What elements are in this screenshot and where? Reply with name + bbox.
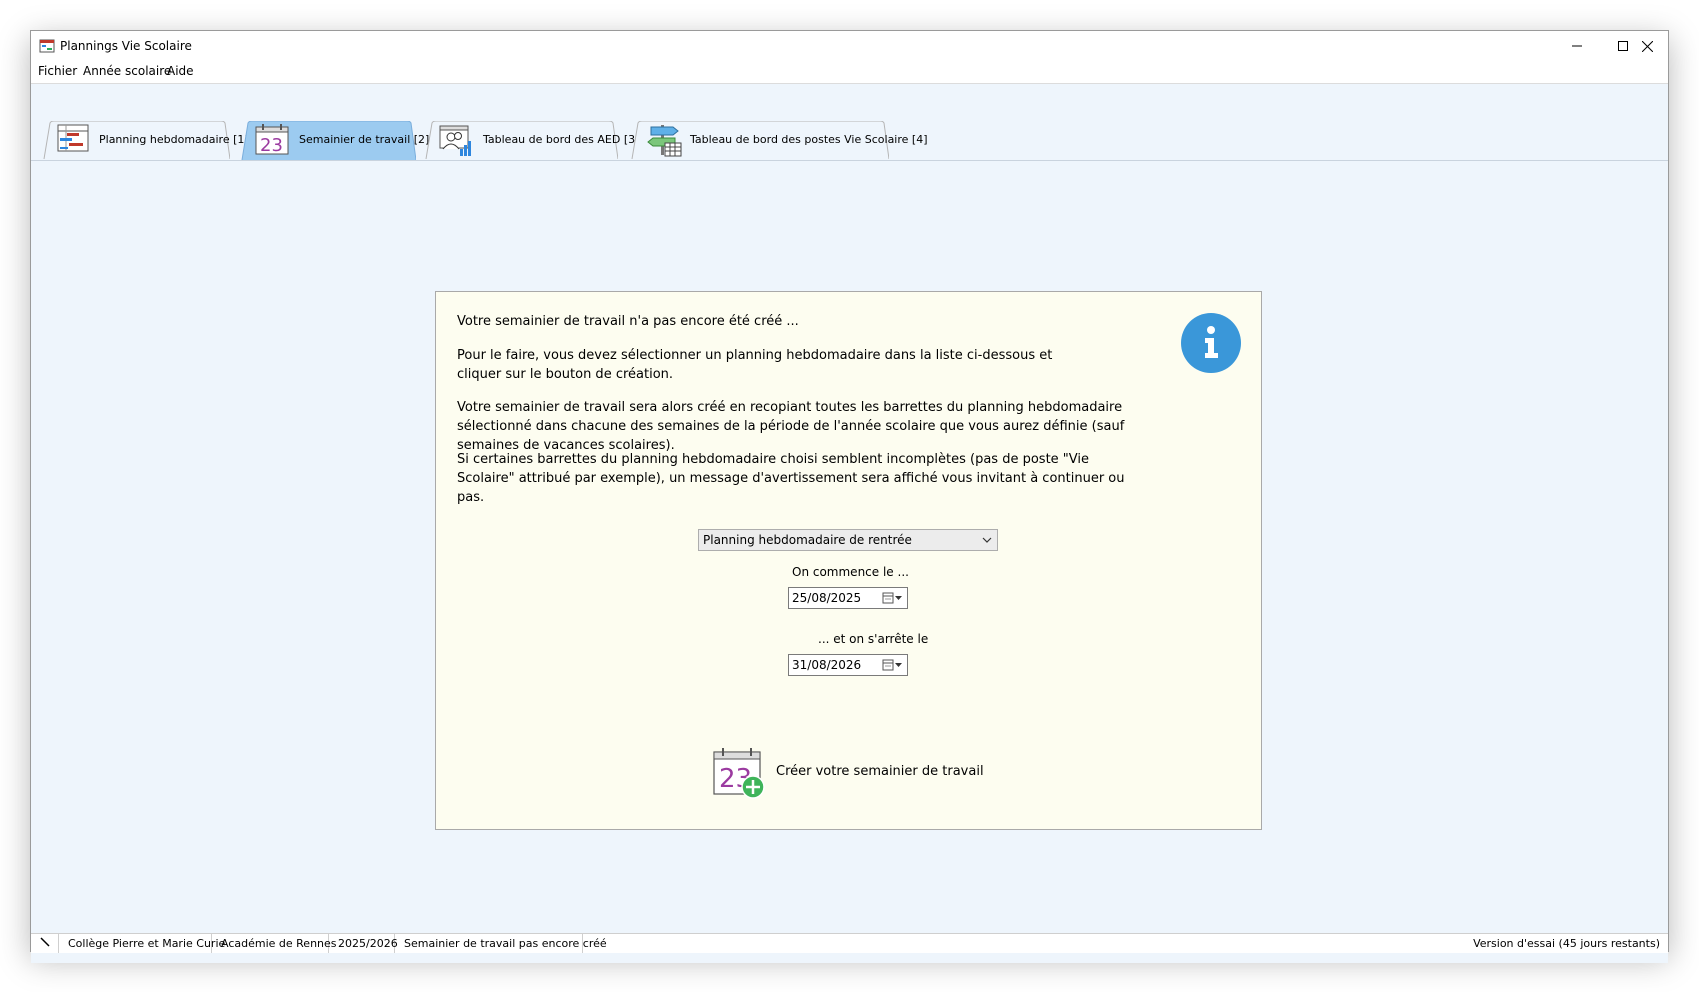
- start-date-value: 25/08/2025: [792, 591, 862, 605]
- status-school: Collège Pierre et Marie Curie: [59, 934, 225, 953]
- minimize-button[interactable]: [1554, 31, 1600, 61]
- info-line-1: Votre semainier de travail n'a pas encor…: [457, 314, 799, 329]
- signpost-icon: [647, 125, 682, 157]
- info-paragraph-2: Pour le faire, vous devez sélectionner u…: [457, 348, 1053, 382]
- tab-label: Tableau de bord des AED [3]: [483, 133, 640, 146]
- tab-semainier-de-travail[interactable]: 23 Semainier de travail [2]: [241, 121, 429, 160]
- close-icon: [1641, 40, 1653, 52]
- calendar-add-icon: 23: [713, 748, 765, 799]
- create-semainier-button[interactable]: 23 Créer votre semainier de travail: [713, 747, 984, 799]
- menu-annee-scolaire[interactable]: Année scolaire: [83, 64, 171, 78]
- content-area: Votre semainier de travail n'a pas encor…: [31, 161, 1668, 963]
- weekly-planning-select-value: Planning hebdomadaire de rentrée: [703, 533, 912, 547]
- app-window: Plannings Vie Scolaire Fichier Année sco…: [30, 30, 1669, 963]
- calendar-dropdown-icon[interactable]: [882, 658, 904, 672]
- app-icon: [39, 39, 55, 53]
- create-semainier-label: Créer votre semainier de travail: [776, 764, 984, 779]
- calendar-dropdown-icon[interactable]: [882, 591, 904, 605]
- end-date-input[interactable]: 31/08/2026: [788, 654, 908, 676]
- pencil-icon: [39, 937, 50, 947]
- resize-grip[interactable]: [31, 934, 59, 953]
- tab-label: Planning hebdomadaire [1]: [99, 133, 249, 146]
- close-button[interactable]: [1624, 31, 1670, 61]
- chevron-down-icon: [982, 537, 992, 543]
- tab-planning-hebdomadaire[interactable]: Planning hebdomadaire [1]: [43, 121, 249, 159]
- status-year: 2025/2026: [329, 934, 398, 953]
- staff-dashboard-icon: [439, 125, 471, 156]
- info-panel: Votre semainier de travail n'a pas encor…: [435, 291, 1262, 830]
- end-date-label: ... et on s'arrête le: [818, 632, 929, 646]
- title-bar[interactable]: Plannings Vie Scolaire: [31, 31, 1668, 61]
- info-paragraph-4: Si certaines barrettes du planning hebdo…: [457, 452, 1125, 505]
- tab-label: Tableau de bord des postes Vie Scolaire …: [690, 133, 928, 146]
- start-date-input[interactable]: 25/08/2025: [788, 587, 908, 609]
- info-paragraph-3: Votre semainier de travail sera alors cr…: [457, 400, 1125, 453]
- status-academy: Académie de Rennes: [212, 934, 337, 953]
- tab-tableau-de-bord-aed[interactable]: Tableau de bord des AED [3]: [425, 121, 639, 159]
- menu-aide[interactable]: Aide: [167, 64, 194, 78]
- info-icon: [1181, 313, 1241, 373]
- calendar-icon: 23: [255, 124, 289, 155]
- weekly-planning-icon: [57, 124, 89, 152]
- end-date-value: 31/08/2026: [792, 658, 862, 672]
- svg-text:23: 23: [260, 135, 283, 155]
- status-bar: Collège Pierre et Marie Curie Académie d…: [31, 933, 1668, 953]
- menu-bar: Fichier Année scolaire Aide: [31, 61, 1668, 83]
- window-title: Plannings Vie Scolaire: [60, 39, 192, 53]
- weekly-planning-select[interactable]: Planning hebdomadaire de rentrée: [698, 529, 998, 551]
- status-version: Version d'essai (45 jours restants): [1473, 937, 1660, 950]
- start-date-label: On commence le ...: [792, 565, 909, 579]
- status-state: Semainier de travail pas encore créé: [395, 934, 607, 953]
- menu-fichier[interactable]: Fichier: [38, 64, 77, 78]
- tab-strip: Planning hebdomadaire [1] 23 Semainier d…: [31, 83, 1668, 161]
- tab-tableau-de-bord-postes[interactable]: Tableau de bord des postes Vie Scolaire …: [631, 121, 928, 159]
- tab-label: Semainier de travail [2]: [299, 133, 430, 146]
- minimize-icon: [1572, 45, 1582, 47]
